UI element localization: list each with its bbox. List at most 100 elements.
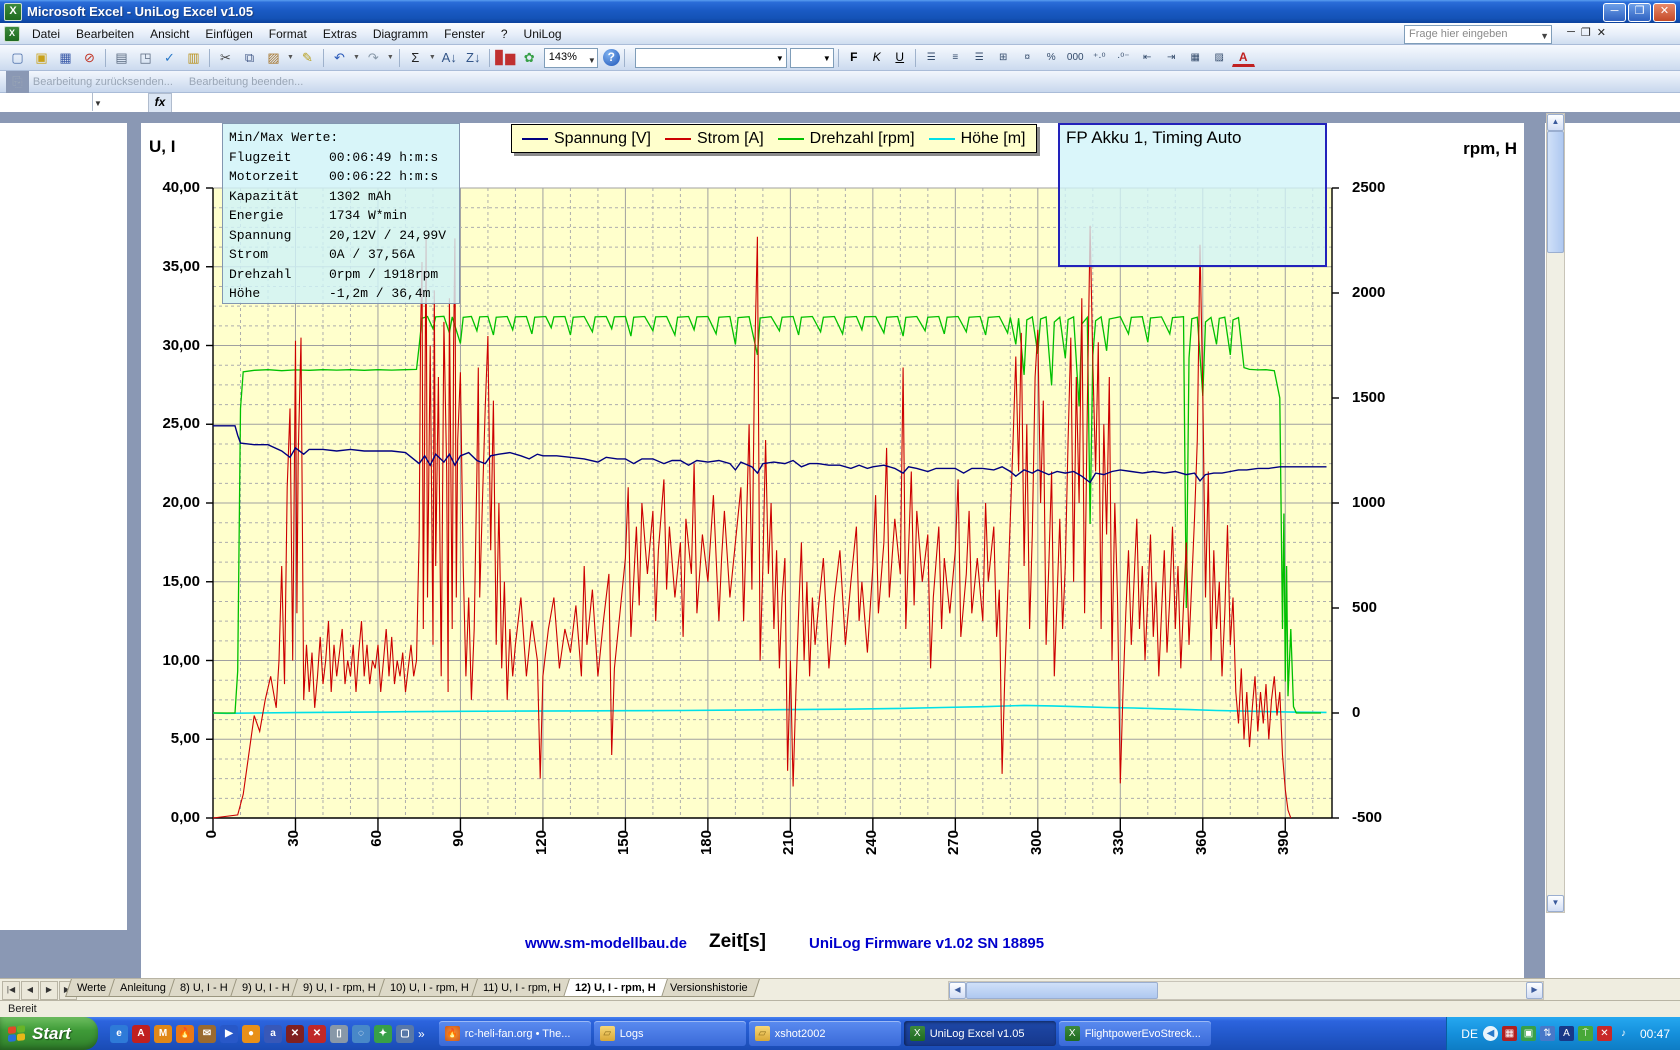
scroll-right-icon[interactable]: ▶: [1526, 982, 1543, 999]
reply-with-changes-button[interactable]: Bearbeitung zurücksenden...: [33, 76, 173, 88]
quicklaunch-firefox-icon[interactable]: 🔥: [176, 1025, 194, 1043]
cut-icon[interactable]: ✂: [214, 47, 237, 69]
decrease-decimal-icon[interactable]: ·⁰⁻: [1112, 47, 1135, 69]
tray-app-red-icon[interactable]: ▦: [1502, 1026, 1517, 1041]
quicklaunch-ie-icon[interactable]: e: [110, 1025, 128, 1043]
menu-item-unilog[interactable]: UniLog: [516, 25, 570, 43]
percent-icon[interactable]: %: [1040, 47, 1063, 69]
quicklaunch-winamp-icon[interactable]: M: [154, 1025, 172, 1043]
menu-item-einfgen[interactable]: Einfügen: [197, 25, 260, 43]
bold-button[interactable]: F: [843, 47, 865, 68]
increase-indent-icon[interactable]: ⇥: [1160, 47, 1183, 69]
tray-app-green-icon[interactable]: ▣: [1521, 1026, 1536, 1041]
quicklaunch-pda-icon[interactable]: ▯: [330, 1025, 348, 1043]
insert-function-icon[interactable]: fx: [148, 93, 172, 113]
workbook-restore-button[interactable]: ❐: [1581, 26, 1591, 39]
taskbar-button-rc-heli-fan-org-the[interactable]: 🔥rc-heli-fan.org • The...: [439, 1021, 591, 1046]
quicklaunch-search-icon[interactable]: ◌: [352, 1025, 370, 1043]
taskbar-button-logs[interactable]: ▱Logs: [594, 1021, 746, 1046]
close-button[interactable]: ✕: [1653, 3, 1676, 22]
workbook-minimize-button[interactable]: ─: [1567, 26, 1575, 39]
footer-website-link[interactable]: www.sm-modellbau.de: [525, 935, 687, 952]
legend-item-drehzahl[interactable]: Drehzahl [rpm]: [778, 130, 915, 148]
legend-item-strom[interactable]: Strom [A]: [665, 130, 764, 148]
sheet-tab-8[interactable]: 12) U, I - rpm, H: [563, 979, 668, 997]
copy-icon[interactable]: ⧉: [238, 47, 261, 69]
open-icon[interactable]: ▣: [30, 47, 53, 69]
help-icon[interactable]: ?: [603, 49, 620, 66]
underline-button[interactable]: U: [889, 47, 911, 68]
save-icon[interactable]: ▦: [54, 47, 77, 69]
font-size-select[interactable]: ▼: [790, 48, 834, 68]
next-sheet-button[interactable]: ▶: [40, 981, 58, 1000]
increase-decimal-icon[interactable]: ⁺·⁰: [1088, 47, 1111, 69]
quicklaunch-mediaplayer-icon[interactable]: ▶: [220, 1025, 238, 1043]
quicklaunch-azureus-icon[interactable]: a: [264, 1025, 282, 1043]
vertical-scroll-thumb[interactable]: [1547, 131, 1564, 253]
sheet-tab-2[interactable]: Anleitung: [108, 979, 178, 997]
currency-icon[interactable]: ¤: [1016, 47, 1039, 69]
quicklaunch-acrobat-icon[interactable]: A: [132, 1025, 150, 1043]
zoom-select[interactable]: 143%▼: [544, 48, 598, 68]
new-icon[interactable]: ▢: [6, 47, 29, 69]
restore-button[interactable]: ❐: [1628, 3, 1651, 22]
sheet-tab-3[interactable]: 8) U, I - H: [168, 979, 240, 997]
menu-item-extras[interactable]: Extras: [315, 25, 365, 43]
scroll-up-icon[interactable]: ▲: [1547, 114, 1564, 131]
sheet-tab-6[interactable]: 10) U, I - rpm, H: [378, 979, 481, 997]
chart-wizard-icon[interactable]: ▊▆: [494, 47, 517, 69]
chart-page[interactable]: U, I rpm, H 40,0035,0030,0025,0020,0015,…: [141, 123, 1524, 978]
italic-button[interactable]: K: [866, 47, 888, 68]
taskbar-button-unilog-excel-v1-05[interactable]: XUniLog Excel v1.05: [904, 1021, 1056, 1046]
legend-item-spannung[interactable]: Spannung [V]: [522, 130, 651, 148]
tray-hide-icon[interactable]: ◀: [1483, 1026, 1498, 1041]
paste-icon-dropdown[interactable]: ▼: [287, 54, 294, 61]
format-painter-icon[interactable]: ✎: [296, 47, 319, 69]
decrease-indent-icon[interactable]: ⇤: [1136, 47, 1159, 69]
undo-icon[interactable]: ↶: [328, 47, 351, 69]
quicklaunch-x1-icon[interactable]: ✕: [286, 1025, 304, 1043]
minmax-textbox[interactable]: Min/Max Werte: Flugzeit00:06:49 h:m:sMot…: [222, 123, 460, 304]
font-name-select[interactable]: ▼: [635, 48, 787, 68]
font-color-icon[interactable]: A: [1232, 48, 1255, 67]
permission-icon[interactable]: ⊘: [78, 47, 101, 69]
chart-legend[interactable]: Spannung [V] Strom [A] Drehzahl [rpm] Höhe …: [511, 124, 1037, 153]
name-box[interactable]: [0, 93, 93, 111]
sort-ascending-icon[interactable]: A↓: [438, 47, 461, 69]
taskbar-clock[interactable]: 00:47: [1640, 1027, 1670, 1041]
tray-close-red-icon[interactable]: ✕: [1597, 1026, 1612, 1041]
quicklaunch-shareaza-icon[interactable]: ●: [242, 1025, 260, 1043]
quicklaunch-x2-icon[interactable]: ✕: [308, 1025, 326, 1043]
start-button[interactable]: Start: [0, 1017, 98, 1050]
horizontal-scroll-thumb[interactable]: [966, 982, 1158, 999]
align-center-icon[interactable]: ≡: [944, 47, 967, 69]
menu-item-diagramm[interactable]: Diagramm: [365, 25, 436, 43]
name-box-dropdown-icon[interactable]: ▼: [94, 99, 102, 108]
scroll-left-icon[interactable]: ◀: [949, 982, 966, 999]
taskbar-button-xshot2002[interactable]: ▱xshot2002: [749, 1021, 901, 1046]
quicklaunch-mail-icon[interactable]: ✉: [198, 1025, 216, 1043]
menu-item-datei[interactable]: Datei: [24, 25, 68, 43]
menu-item-fenster[interactable]: Fenster: [436, 25, 493, 43]
tray-volume-icon[interactable]: ♪: [1616, 1026, 1631, 1041]
tray-app-blue-icon[interactable]: A: [1559, 1026, 1574, 1041]
undo-icon-dropdown[interactable]: ▼: [353, 54, 360, 61]
align-right-icon[interactable]: ☰: [968, 47, 991, 69]
sort-descending-icon[interactable]: Z↓: [462, 47, 485, 69]
research-icon[interactable]: ▥: [182, 47, 205, 69]
redo-icon[interactable]: ↷: [362, 47, 385, 69]
fill-color-icon[interactable]: ▨: [1208, 47, 1231, 69]
first-sheet-button[interactable]: |◀: [2, 981, 20, 1000]
legend-item-höhe[interactable]: Höhe [m]: [929, 130, 1026, 148]
menu-item-bearbeiten[interactable]: Bearbeiten: [68, 25, 142, 43]
workbook-close-button[interactable]: ✕: [1597, 26, 1606, 39]
menu-item-format[interactable]: Format: [261, 25, 315, 43]
drawing-icon[interactable]: ✿: [518, 47, 541, 69]
vertical-scrollbar[interactable]: ▲ ▼: [1546, 113, 1565, 913]
align-left-icon[interactable]: ☰: [920, 47, 943, 69]
paste-icon[interactable]: ▨: [262, 47, 285, 69]
redo-icon-dropdown[interactable]: ▼: [387, 54, 394, 61]
autosum-icon-dropdown[interactable]: ▼: [429, 54, 436, 61]
taskbar-button-flightpowerevostreck[interactable]: XFlightpowerEvoStreck...: [1059, 1021, 1211, 1046]
merge-center-icon[interactable]: ⊞: [992, 47, 1015, 69]
